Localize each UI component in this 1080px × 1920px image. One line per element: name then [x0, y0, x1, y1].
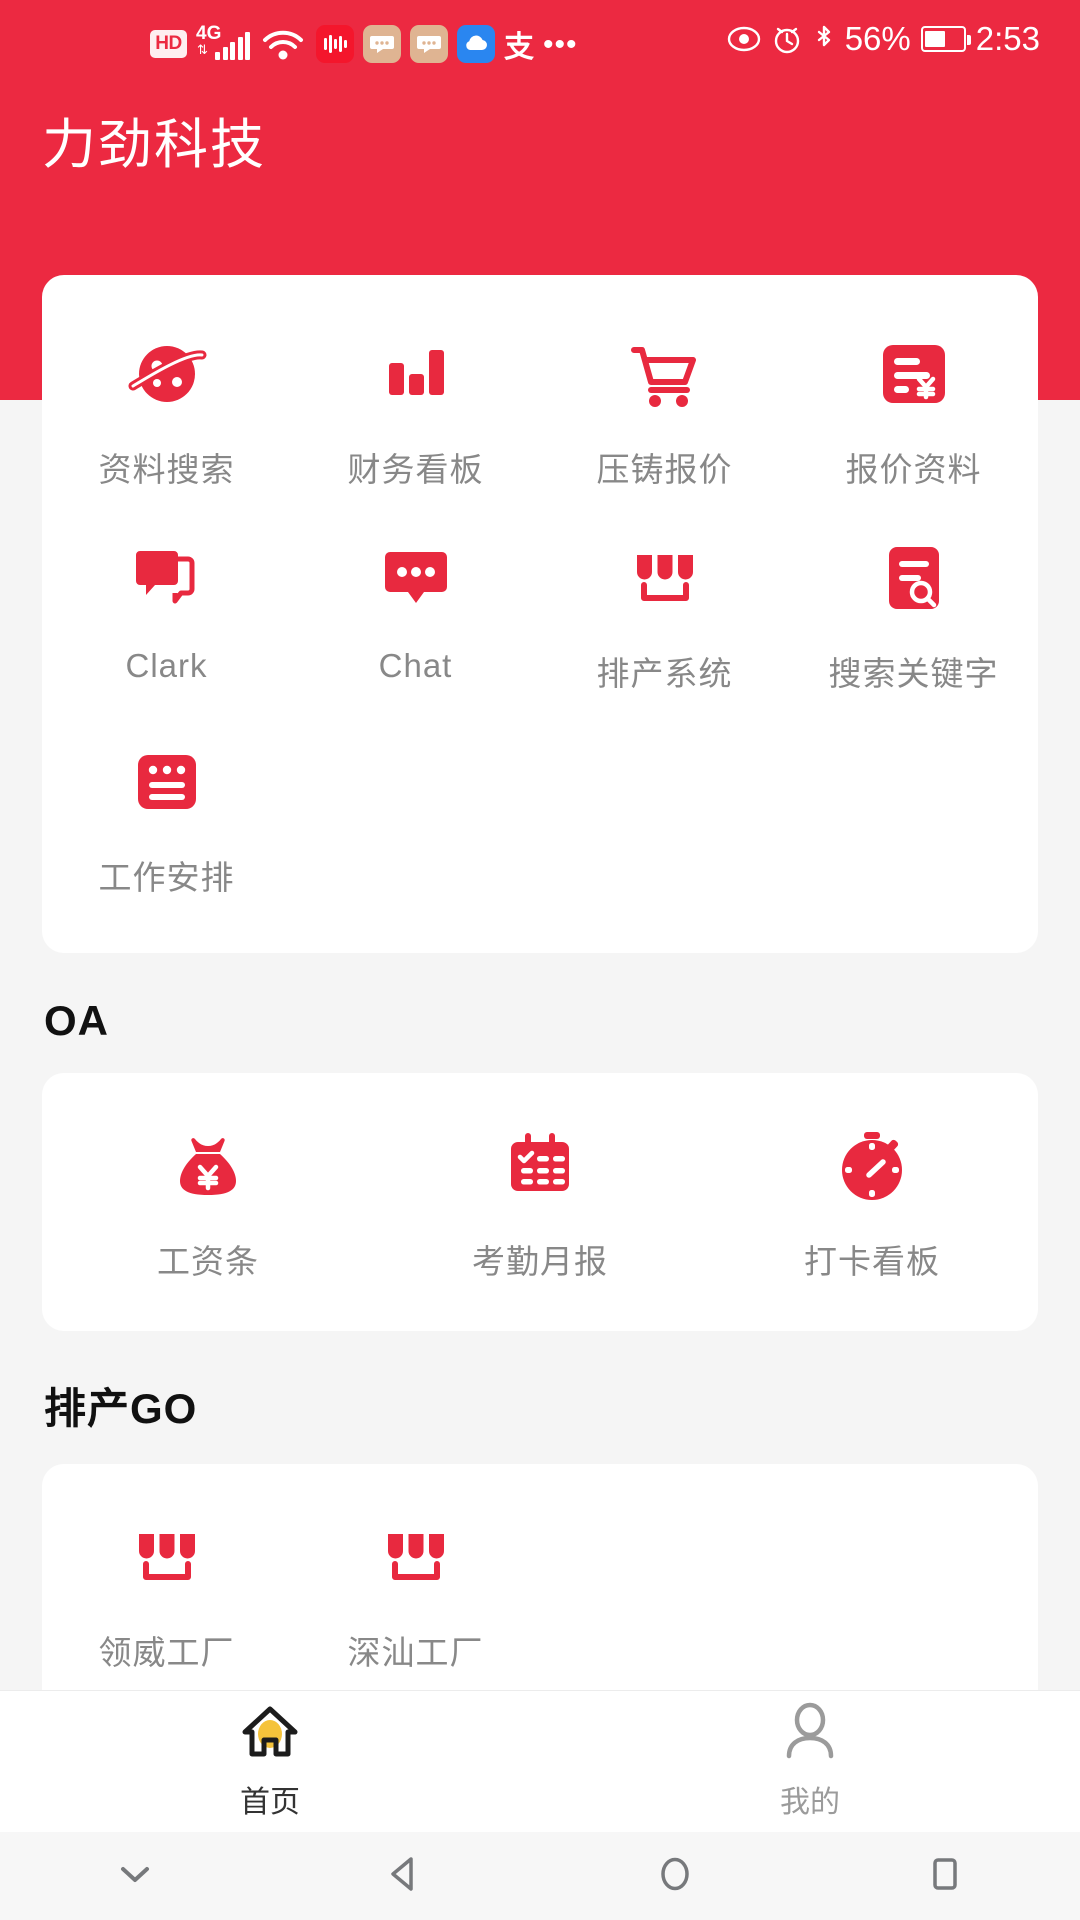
app-tile-label: 工作安排: [98, 859, 235, 896]
invoice-yen-icon: [873, 333, 955, 415]
app-tile-label: 搜索关键字: [828, 655, 999, 692]
storefront-icon: [375, 1516, 457, 1598]
app-tile-label: 报价资料: [845, 451, 982, 488]
app-tile-lingweigongchang[interactable]: 领威工厂: [42, 1494, 291, 1690]
app-tile-sousuoguanjianzi[interactable]: 搜索关键字: [789, 515, 1038, 719]
app-tile-label: 深汕工厂: [347, 1634, 484, 1671]
tab-label: 我的: [780, 1786, 840, 1819]
hide-keyboard-button[interactable]: [0, 1859, 270, 1894]
planet-icon: [126, 333, 208, 415]
home-icon: [238, 1702, 302, 1767]
recents-square-icon: [923, 1852, 967, 1901]
back-button[interactable]: [270, 1852, 540, 1901]
tab-profile[interactable]: 我的: [540, 1702, 1080, 1821]
app-grid-card-oa: 工资条 考勤月报 打卡看板: [42, 1073, 1038, 1331]
app-tile-label: 领威工厂: [98, 1634, 235, 1671]
app-tile-paichanxitong[interactable]: 排产系统: [540, 515, 789, 719]
double-chat-bubble-icon: [126, 537, 208, 619]
app-tile-label: 工资条: [156, 1243, 259, 1280]
person-icon: [778, 1702, 842, 1767]
home-circle-icon: [653, 1852, 697, 1901]
storefront-icon: [126, 1516, 208, 1598]
bar-chart-icon: [375, 333, 457, 415]
system-nav-bar: [0, 1832, 1080, 1920]
app-tile-shenshangongchang[interactable]: 深汕工厂: [291, 1494, 540, 1690]
app-tile-dakakanban[interactable]: 打卡看板: [706, 1103, 1038, 1307]
app-grid-card-main: 资料搜索 财务看板 压铸报价 报价资料 Clark Chat 排产系统 搜索关键…: [42, 275, 1038, 953]
back-icon: [383, 1852, 427, 1901]
app-grid-card-paichan: 领威工厂 深汕工厂: [42, 1464, 1038, 1690]
app-tile-gongzitiao[interactable]: 工资条: [42, 1103, 374, 1307]
main-scroll-area[interactable]: 资料搜索 财务看板 压铸报价 报价资料 Clark Chat 排产系统 搜索关键…: [0, 0, 1080, 1690]
document-search-icon: [873, 537, 955, 619]
app-tile-label: Clark: [125, 647, 208, 684]
app-tile-label: 打卡看板: [803, 1243, 940, 1280]
app-tile-caiwukanban[interactable]: 财务看板: [291, 311, 540, 515]
app-tile-label: 压铸报价: [596, 451, 733, 488]
hide-keyboard-icon: [113, 1859, 157, 1894]
section-title-paichan-go: 排产GO: [44, 1385, 198, 1432]
stopwatch-icon: [831, 1125, 913, 1207]
app-tile-label: 财务看板: [347, 451, 484, 488]
note-list-icon: [126, 741, 208, 823]
bottom-tab-bar: 首页 我的: [0, 1690, 1080, 1832]
app-tile-ziliaosousuo[interactable]: 资料搜索: [42, 311, 291, 515]
app-tile-baojiaziliao[interactable]: 报价资料: [789, 311, 1038, 515]
app-tile-gongzuoanpai[interactable]: 工作安排: [42, 719, 291, 923]
app-tile-label: 资料搜索: [98, 451, 235, 488]
money-bag-yen-icon: [167, 1125, 249, 1207]
home-button[interactable]: [540, 1852, 810, 1901]
app-tile-label: Chat: [378, 647, 453, 684]
app-tile-label: 排产系统: [596, 655, 733, 692]
recents-button[interactable]: [810, 1852, 1080, 1901]
app-tile-clark[interactable]: Clark: [42, 515, 291, 719]
chat-bubble-dots-icon: [375, 537, 457, 619]
tab-home[interactable]: 首页: [0, 1702, 540, 1821]
storefront-icon: [624, 537, 706, 619]
section-title-oa: OA: [44, 997, 109, 1044]
app-tile-kaoqinyuebao[interactable]: 考勤月报: [374, 1103, 706, 1307]
app-tile-label: 考勤月报: [471, 1243, 608, 1280]
app-tile-chat[interactable]: Chat: [291, 515, 540, 719]
calendar-check-icon: [499, 1125, 581, 1207]
shopping-cart-icon: [624, 333, 706, 415]
tab-label: 首页: [240, 1786, 300, 1819]
app-tile-yazhubaojia[interactable]: 压铸报价: [540, 311, 789, 515]
